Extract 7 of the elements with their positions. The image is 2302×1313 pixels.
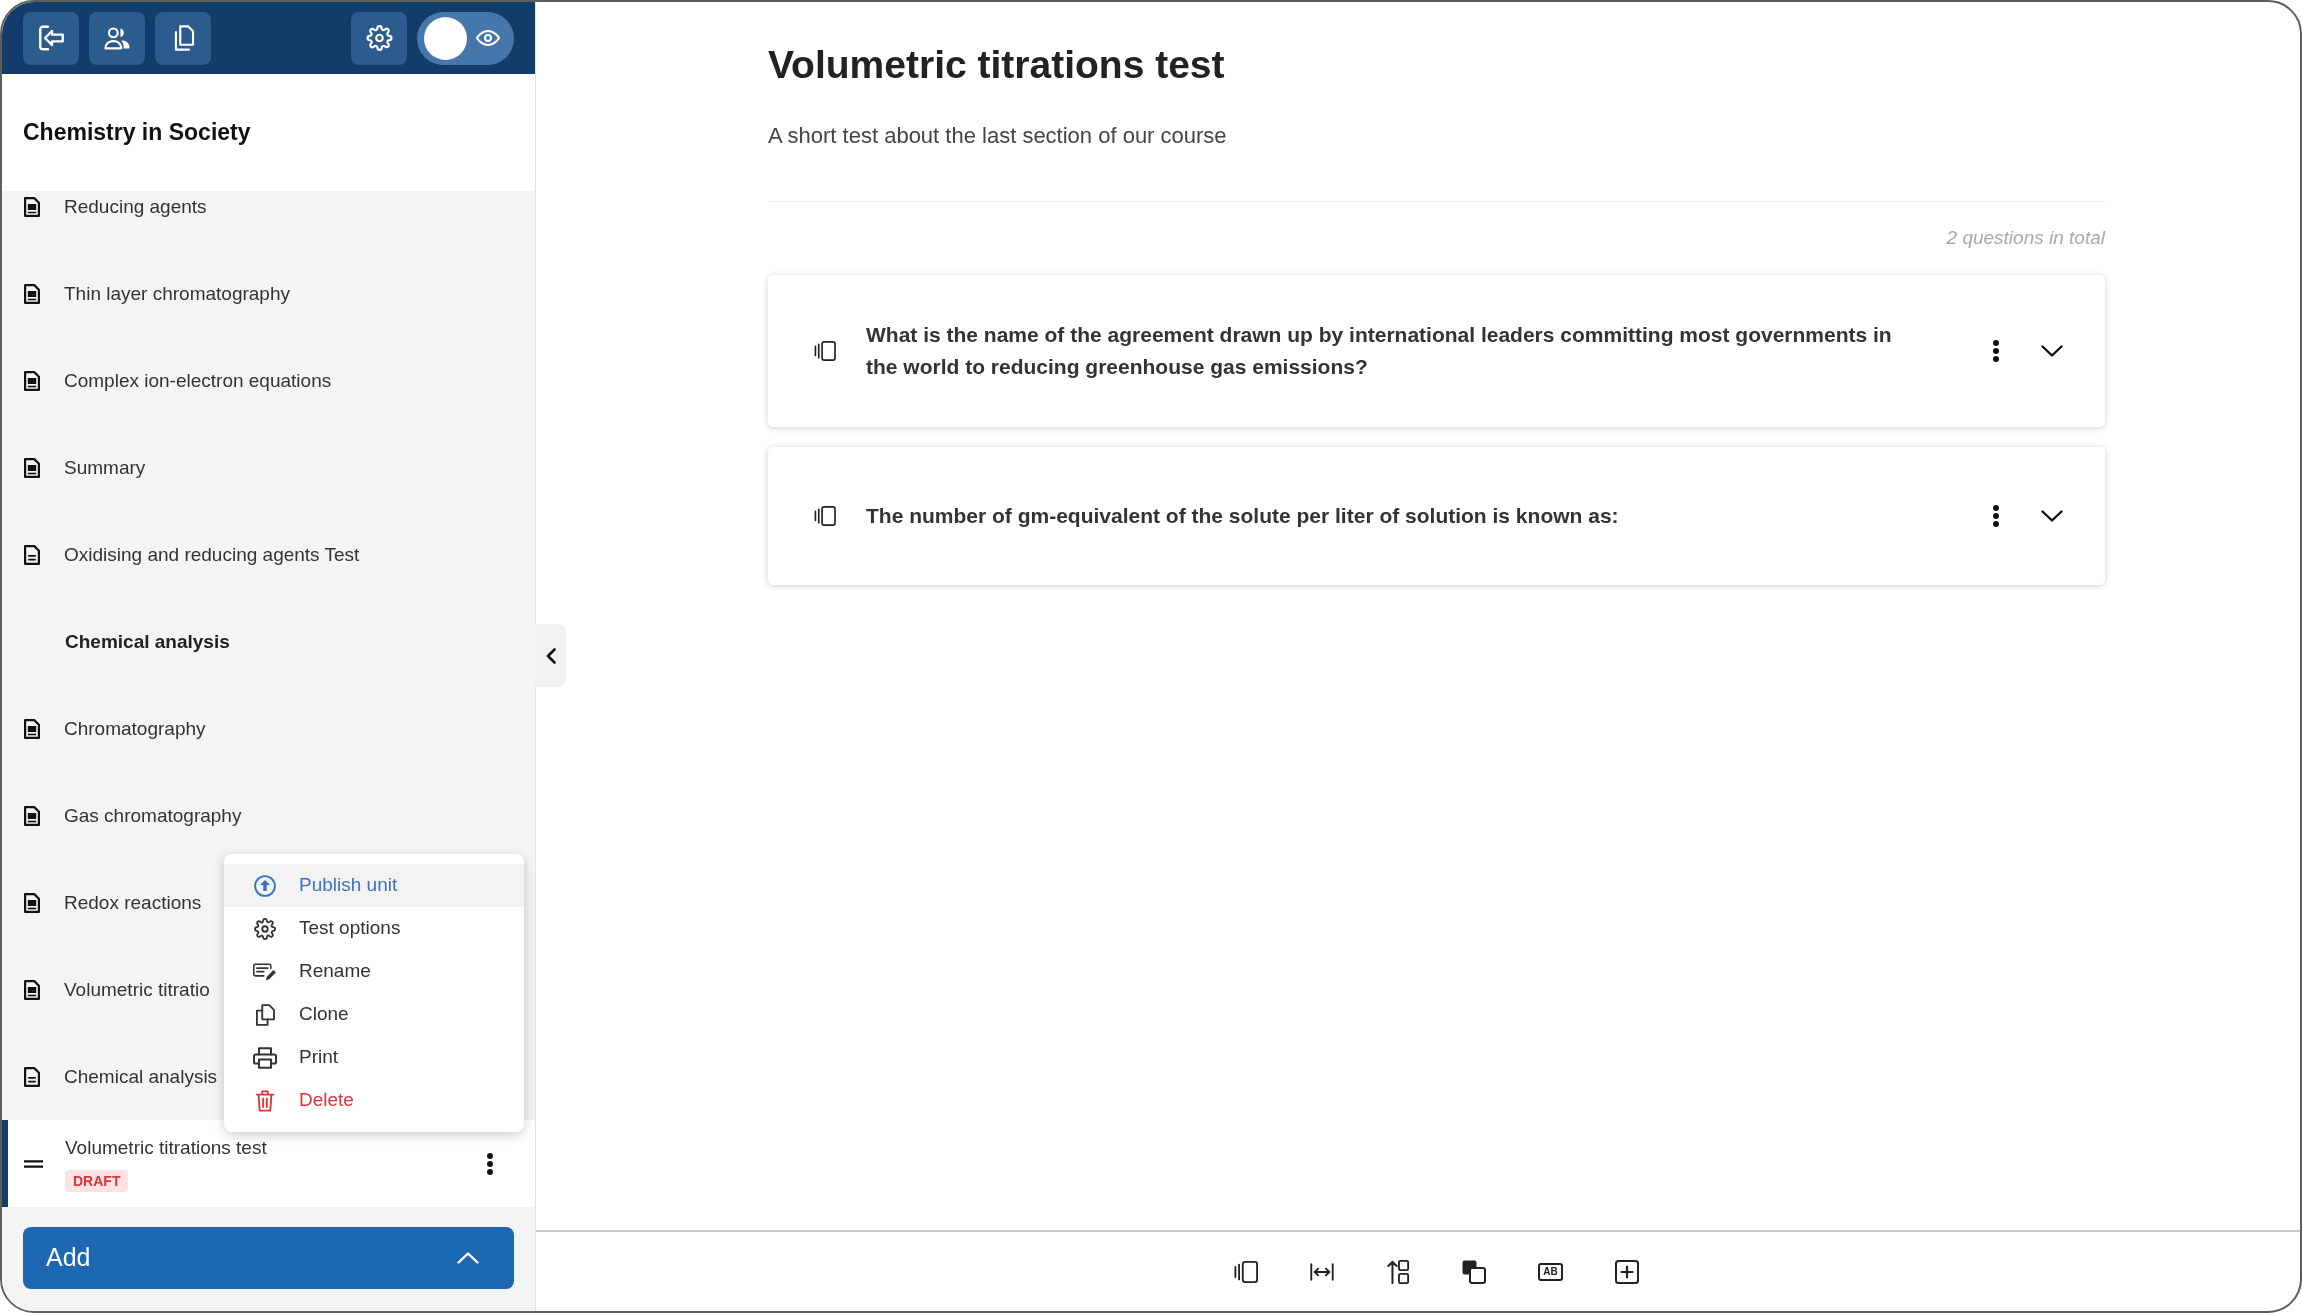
test-description: A short test about the last section of our course	[768, 122, 1228, 149]
question-text: The number of gm-equivalent of the solute per liter of solution is known as:	[866, 502, 1620, 529]
question-count: 2 questions in total	[1945, 226, 2105, 249]
test-title: Volumetric titrations test	[768, 42, 1226, 88]
status-badge: DRAFT	[65, 1169, 129, 1192]
question-text: What is the name of the agreement drawn up by international leaders committing most governments in the world to reducing greenhouse gas emissions?	[866, 321, 1893, 380]
course-title: Chemistry in Society	[23, 118, 251, 147]
